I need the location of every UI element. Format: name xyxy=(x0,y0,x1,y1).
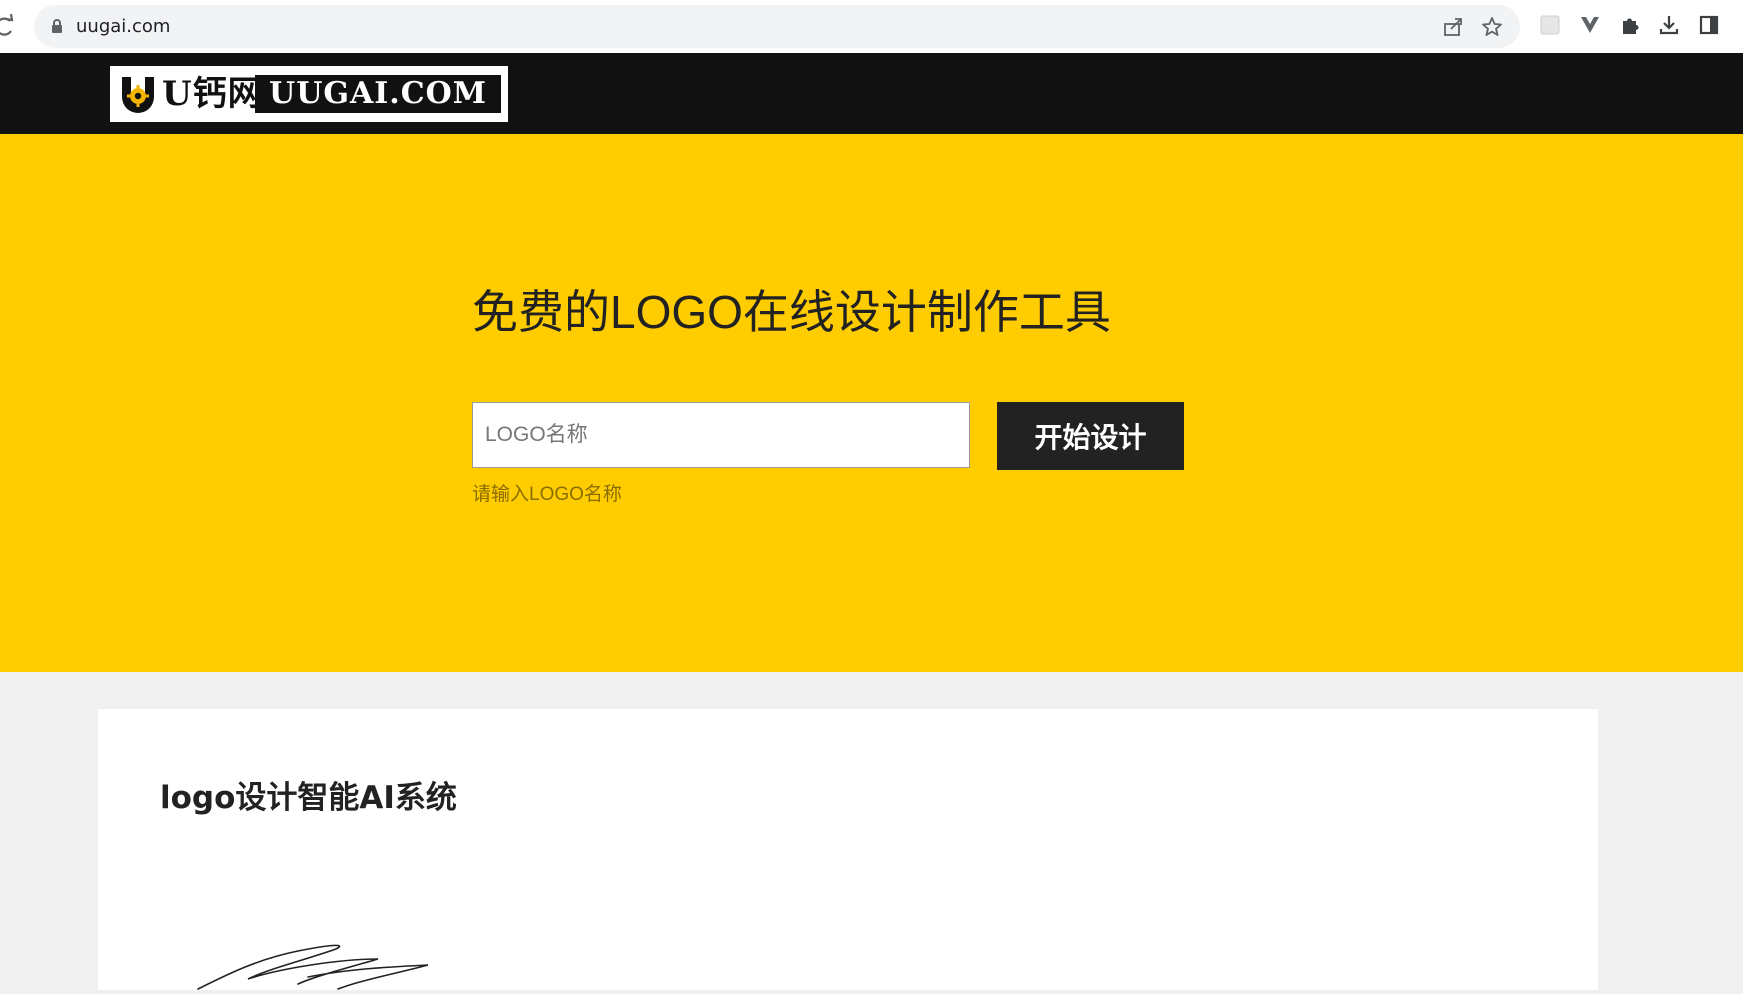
hero-section: 免费的LOGO在线设计制作工具 开始设计 请输入LOGO名称 xyxy=(0,134,1743,672)
sidepanel-icon[interactable] xyxy=(1698,14,1720,36)
share-icon[interactable] xyxy=(1442,16,1464,38)
start-design-button[interactable]: 开始设计 xyxy=(997,402,1184,470)
lock-icon[interactable] xyxy=(50,18,64,34)
input-hint: 请输入LOGO名称 xyxy=(472,484,622,505)
hero-title: 免费的LOGO在线设计制作工具 xyxy=(472,286,1111,338)
site-header: U钙网 UUGAI.COM xyxy=(0,53,1743,134)
address-bar[interactable]: uugai.com xyxy=(34,5,1520,48)
browser-toolbar: uugai.com xyxy=(0,0,1743,53)
site-logo[interactable]: U钙网 UUGAI.COM xyxy=(110,66,508,122)
logo-chinese-text: U钙网 xyxy=(162,74,263,114)
signature-sketch-image xyxy=(188,929,448,990)
gear-logo-icon xyxy=(118,74,158,114)
extension-tile-icon[interactable] xyxy=(1539,14,1561,36)
vue-icon[interactable] xyxy=(1579,14,1601,36)
reload-icon[interactable] xyxy=(0,12,16,40)
download-icon[interactable] xyxy=(1658,14,1680,36)
puzzle-icon[interactable] xyxy=(1619,14,1641,36)
logo-english-text: UUGAI.COM xyxy=(255,75,501,113)
logo-name-input[interactable] xyxy=(472,402,970,468)
url-text[interactable]: uugai.com xyxy=(76,5,170,48)
section-title: logo设计智能AI系统 xyxy=(160,780,457,816)
content-card: logo设计智能AI系统 xyxy=(98,709,1598,990)
star-icon[interactable] xyxy=(1481,16,1503,38)
